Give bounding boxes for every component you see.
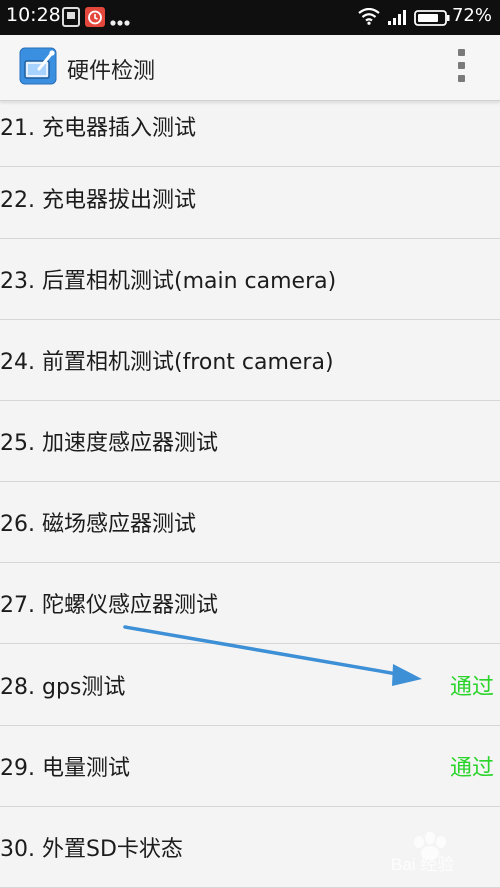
test-item-label: 27. 陀螺仪感应器测试 <box>0 593 218 618</box>
list-item[interactable]: 24. 前置相机测试(front camera) <box>0 320 500 401</box>
list-item[interactable]: 22. 充电器拔出测试 <box>0 158 500 239</box>
list-item[interactable]: 27. 陀螺仪感应器测试 <box>0 563 500 644</box>
test-item-status: 通过 <box>450 756 495 781</box>
app-bar: 硬件检测 <box>0 35 500 101</box>
app-title: 硬件检测 <box>67 59 156 84</box>
test-item-label: 24. 前置相机测试(front camera) <box>0 350 334 375</box>
test-item-label: 23. 后置相机测试(main camera) <box>0 269 337 294</box>
test-item-label: 29. 电量测试 <box>0 756 130 781</box>
test-item-status: 通过 <box>450 675 495 700</box>
gallery-icon <box>62 7 80 31</box>
status-bar: 10:28 72% <box>0 0 500 35</box>
clock: 10:28 <box>6 4 61 26</box>
test-list: 21. 充电器插入测试 22. 充电器拔出测试 23. 后置相机测试(main … <box>0 0 500 888</box>
test-item-label: 26. 磁场感应器测试 <box>0 512 196 537</box>
alarm-icon <box>85 7 105 31</box>
test-item-label: 25. 加速度感应器测试 <box>0 431 218 456</box>
test-item-label: 22. 充电器拔出测试 <box>0 188 196 213</box>
hardware-test-app-icon[interactable] <box>19 47 57 89</box>
test-item-label: 28. gps测试 <box>0 675 126 700</box>
test-item-label: 30. 外置SD卡状态 <box>0 837 183 862</box>
watermark-text: Bai 经验 <box>391 855 454 874</box>
battery-percent: 72% <box>451 5 492 26</box>
battery-icon <box>414 10 450 30</box>
list-item[interactable]: 26. 磁场感应器测试 <box>0 482 500 563</box>
test-item-label: 21. 充电器插入测试 <box>0 116 196 141</box>
list-item[interactable]: 25. 加速度感应器测试 <box>0 401 500 482</box>
signal-icon <box>387 9 409 29</box>
wifi-icon <box>358 7 380 29</box>
overflow-menu-icon[interactable] <box>452 49 472 85</box>
list-item[interactable]: 23. 后置相机测试(main camera) <box>0 239 500 320</box>
more-dots-icon <box>110 12 130 31</box>
list-item[interactable]: 28. gps测试 通过 <box>0 645 500 726</box>
watermark: Bai 经验 <box>385 820 497 880</box>
list-item[interactable]: 29. 电量测试 通过 <box>0 726 500 807</box>
